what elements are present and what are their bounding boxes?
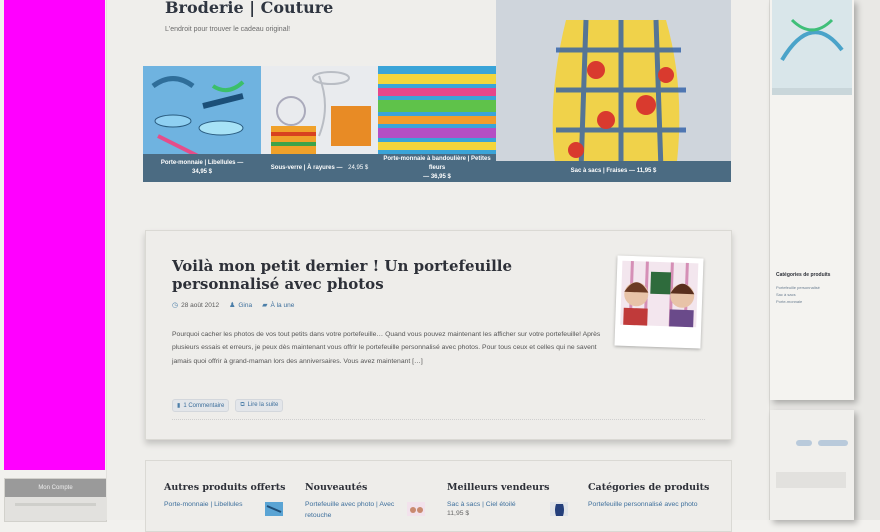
read-more-button[interactable]: ⧉ Lire la suite: [235, 399, 284, 412]
comment-icon: ▮: [177, 403, 181, 409]
blog-post-card: Voilà mon petit dernier ! Un portefeuill…: [145, 230, 732, 440]
sac-fraises-image: [496, 0, 731, 182]
hero-featured-sac-a-sacs[interactable]: Sac à sacs | Fraises — 11,95 $: [496, 0, 731, 182]
post-category[interactable]: À la une: [270, 302, 294, 309]
right-preview-card-top: Catégories de produits Portefeuille pers…: [770, 0, 854, 400]
widget-link[interactable]: Sac à sacs | Ciel étoilé: [447, 499, 542, 510]
widget-title: Autres produits offerts: [164, 482, 286, 493]
tile-sep: —: [423, 173, 430, 180]
tile-sep: —: [629, 168, 636, 174]
thumb-line: [15, 503, 96, 506]
right-preview-card-bottom: [770, 410, 854, 520]
clock-icon: ◷: [172, 302, 179, 309]
comments-button[interactable]: ▮ 1 Commentaire: [172, 399, 230, 412]
widget-thumb-libellules[interactable]: [265, 502, 283, 516]
right-preview-pane: Catégories de produits Portefeuille pers…: [770, 0, 880, 520]
tile-name: Sous-verre | À rayures: [270, 164, 335, 171]
right-categories-title: Catégories de produits: [776, 272, 831, 278]
right-pill[interactable]: [818, 440, 848, 446]
tile-price: 36,95 $: [430, 173, 451, 180]
account-bar[interactable]: Mon Compte: [5, 479, 106, 497]
widget-title: Catégories de produits: [588, 482, 710, 493]
right-preview-image: [772, 0, 852, 95]
hero-tile-sous-verre[interactable]: Sous-verre | À rayures — 24,95 $: [261, 66, 378, 182]
tile-name: Sac à sacs | Fraises: [570, 168, 628, 174]
widget-link[interactable]: Portefeuille avec photo | Avec retouche: [305, 499, 397, 521]
tile-price: 24,95 $: [348, 164, 369, 171]
hero-tile-caption: Porte-monnaie à bandoulière | Petites fl…: [378, 154, 496, 182]
right-categories-list: Portefeuille personnalisé Sac à sacs Por…: [776, 284, 820, 305]
polaroid-photo: [620, 260, 699, 328]
right-category-item[interactable]: Porte-monnaie: [776, 298, 820, 305]
folder-icon: ▰: [262, 302, 268, 309]
magenta-ad-block: [4, 0, 105, 470]
widget-title: Nouveautés: [305, 482, 368, 493]
hero-tile-libellules[interactable]: Porte-monnaie | Libellules — 34,95 $: [143, 66, 261, 182]
read-more-label: Lire la suite: [247, 402, 279, 408]
right-category-item[interactable]: Portefeuille personnalisé: [776, 284, 820, 291]
widget-link[interactable]: Portefeuille personnalisé avec photo: [588, 499, 713, 510]
post-title[interactable]: Voilà mon petit dernier ! Un portefeuill…: [172, 257, 592, 293]
left-thumbnail-card: Mon Compte: [4, 478, 107, 522]
right-block: [776, 472, 846, 488]
hero-slider: Porte-monnaie | Libellules — 34,95 $ Sou…: [143, 0, 731, 182]
right-pill[interactable]: [796, 440, 812, 446]
hero-tile-bandouliere[interactable]: Porte-monnaie à bandoulière | Petites fl…: [378, 66, 496, 182]
widget-link[interactable]: Porte-monnaie | Libellules: [164, 499, 254, 510]
right-category-item[interactable]: Sac à sacs: [776, 291, 820, 298]
post-meta: ◷ 28 août 2012 ♟ Gina ▰ À la une: [172, 301, 294, 309]
post-featured-image[interactable]: [614, 255, 704, 349]
tile-price: 11,95 $: [636, 168, 657, 174]
widget-title: Meilleurs vendeurs: [447, 482, 550, 493]
tile-name: Porte-monnaie | Libellules: [160, 160, 236, 166]
link-icon: ⧉: [240, 402, 245, 408]
post-excerpt: Pourquoi cacher les photos de vos tout p…: [172, 331, 601, 365]
widget-thumb-ciel-etoile[interactable]: [550, 502, 568, 516]
post-divider: [172, 419, 705, 420]
widget-categories: Catégories de produits Portefeuille pers…: [588, 482, 718, 510]
user-icon: ♟: [229, 302, 236, 309]
tile-sep: —: [237, 160, 244, 166]
post-date: 28 août 2012: [181, 302, 220, 309]
hero-tile-caption: Porte-monnaie | Libellules — 34,95 $: [143, 154, 261, 182]
post-author[interactable]: Gina: [238, 302, 252, 309]
hero-featured-caption: Sac à sacs | Fraises — 11,95 $: [496, 161, 731, 182]
post-actions: ▮ 1 Commentaire ⧉ Lire la suite: [172, 399, 284, 412]
tile-price: 34,95 $: [191, 169, 213, 175]
widget-thumb-portefeuille[interactable]: [407, 502, 425, 516]
comments-label: 1 Commentaire: [183, 403, 225, 409]
tile-sep: —: [336, 164, 343, 171]
tile-name: Porte-monnaie à bandoulière | Petites fl…: [383, 155, 491, 171]
hero-tile-caption: Sous-verre | À rayures — 24,95 $: [261, 154, 378, 182]
